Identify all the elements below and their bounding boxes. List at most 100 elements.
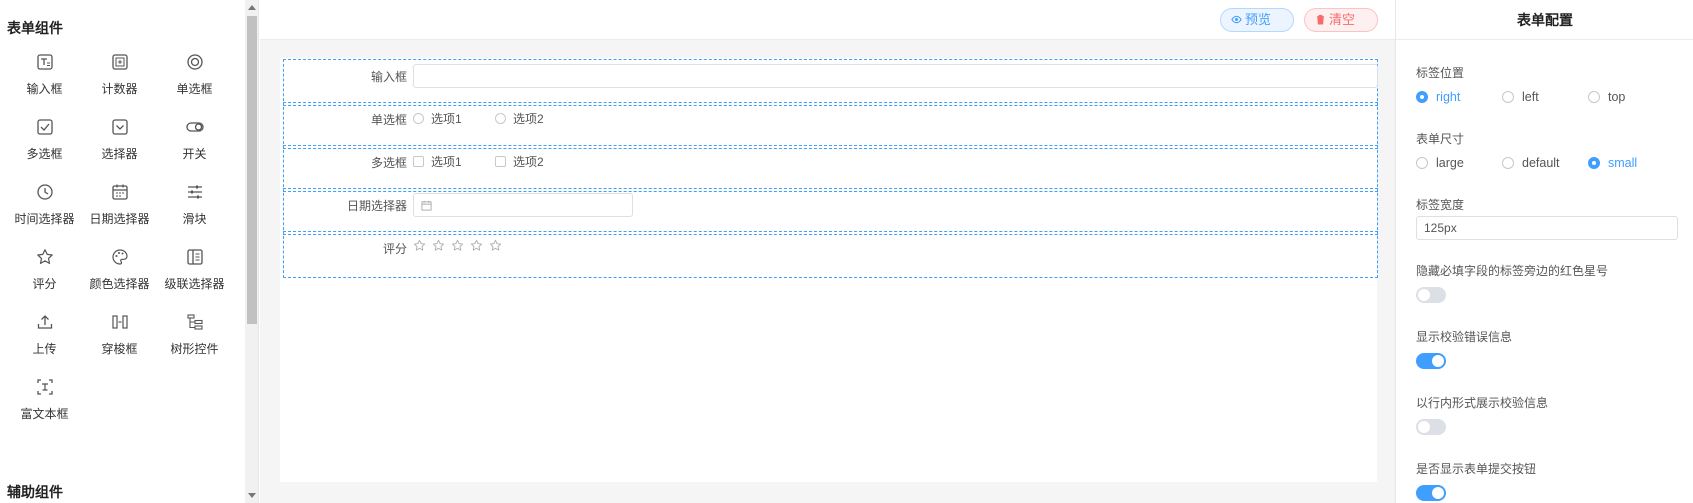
form-item-rate[interactable]: 评分 [283,231,1378,278]
form-item-label: 单选框 [370,113,407,127]
form-designer-app: 表单组件 输入框 计数器 单选框 多选框 选择器 开关 时间选择器 日期选择器 … [0,0,1693,503]
show-submit-label: 是否显示表单提交按钮 [1416,462,1537,476]
form-item-label: 评分 [382,242,407,256]
form-item-control: 选项1 选项2 [413,110,574,127]
component-counter[interactable]: 计数器 [82,46,157,110]
component-cascader[interactable]: 级联选择器 [157,241,232,305]
radio-option[interactable]: 选项2 [495,110,544,127]
radio-option-label: top [1608,90,1626,104]
show-message-switch[interactable] [1416,353,1446,369]
star-icon[interactable] [451,239,464,252]
slider-icon [187,185,202,199]
radio-circle [1588,157,1600,169]
scrollbar-thumb[interactable] [247,16,257,324]
form-size-default[interactable]: default [1502,156,1588,170]
radio-option-label: 选项1 [431,112,462,126]
component-label: 级联选择器 [164,277,225,291]
clear-button[interactable]: 清空 [1304,8,1378,32]
component-label: 上传 [32,342,57,356]
form-item-checkbox[interactable]: 多选框 选项1 选项2 [283,145,1378,192]
config-panel-title: 表单配置 [1396,0,1693,40]
checkbox-option[interactable]: 选项2 [495,153,544,170]
label-position-top[interactable]: top [1588,90,1625,104]
form-item-date[interactable]: 日期选择器 [283,188,1378,235]
trash-icon [1316,14,1325,25]
label-position-right[interactable]: right [1416,90,1502,104]
radio-circle [495,113,507,124]
component-label: 日期选择器 [89,212,150,226]
component-rate[interactable]: 评分 [7,241,82,305]
component-panel-scrollbar[interactable] [245,0,258,503]
component-select[interactable]: 选择器 [82,111,157,175]
component-transfer[interactable]: 穿梭框 [82,306,157,370]
component-input[interactable]: 输入框 [7,46,82,110]
radio-option[interactable]: 选项1 [413,110,462,127]
inline-message-label: 以行内形式展示校验信息 [1416,396,1549,410]
text-input[interactable] [413,64,1378,88]
component-tree[interactable]: 树形控件 [157,306,232,370]
form-components-title: 表单组件 [7,20,63,36]
clock-icon [36,184,53,200]
component-label: 颜色选择器 [89,277,150,291]
component-slider[interactable]: 滑块 [157,176,232,240]
component-label: 计数器 [101,82,138,96]
select-icon [111,119,128,135]
star-icon[interactable] [432,239,445,252]
radio-option-label: 选项2 [513,112,544,126]
component-time-picker[interactable]: 时间选择器 [7,176,82,240]
show-submit-switch[interactable] [1416,485,1446,501]
component-label: 时间选择器 [14,212,75,226]
switch-knob [1432,487,1444,499]
form-canvas[interactable]: 输入框 单选框 选项1 选项2 多选框 选项1 选项2 日期选择器 评分 [280,58,1378,482]
cascader-icon [186,249,203,265]
form-size-large[interactable]: large [1416,156,1502,170]
component-checkbox[interactable]: 多选框 [7,111,82,175]
star-icon[interactable] [413,239,426,252]
scroll-up-arrow[interactable] [248,5,256,10]
radio-option-label: large [1436,156,1464,170]
component-color-picker[interactable]: 颜色选择器 [82,241,157,305]
component-date-picker[interactable]: 日期选择器 [82,176,157,240]
star-icon[interactable] [489,239,502,252]
component-radio[interactable]: 单选框 [157,46,232,110]
checkbox-option[interactable]: 选项1 [413,153,462,170]
label-width-input[interactable]: 125px [1416,216,1678,240]
component-label: 评分 [32,277,57,291]
inline-message-switch[interactable] [1416,419,1446,435]
switch-knob [1418,421,1430,433]
component-rich-text[interactable]: 富文本框 [7,371,82,435]
form-item-label: 多选框 [370,156,407,170]
component-label: 多选框 [26,147,63,161]
hide-asterisk-switch[interactable] [1416,287,1446,303]
component-label: 富文本框 [20,407,69,421]
config-panel: 表单配置 标签位置 right left top 表单尺寸 large defa… [1395,0,1693,503]
switch-knob [1418,289,1430,301]
radio-circle [413,113,424,124]
label-width-label: 标签宽度 [1416,198,1465,212]
preview-button[interactable]: 预览 [1220,8,1294,32]
switch-knob [1432,355,1444,367]
form-size-small[interactable]: small [1588,156,1637,170]
component-label: 穿梭框 [101,342,138,356]
form-item-input[interactable]: 输入框 [283,59,1378,106]
switch-icon [185,122,204,132]
calendar-icon [111,184,128,200]
component-upload[interactable]: 上传 [7,306,82,370]
rate-stars[interactable] [413,239,502,252]
form-item-control [413,239,502,255]
form-item-radio[interactable]: 单选框 选项1 选项2 [283,102,1378,149]
component-switch[interactable]: 开关 [157,111,232,175]
label-position-label: 标签位置 [1416,66,1465,80]
label-position-left[interactable]: left [1502,90,1588,104]
checkbox-square [413,156,424,167]
scroll-down-arrow[interactable] [248,493,256,498]
date-input[interactable] [413,193,633,217]
radio-icon [186,54,203,70]
radio-circle [1416,91,1428,103]
design-toolbar: 预览 清空 [260,0,1395,40]
rich-text-icon [36,379,53,395]
star-icon[interactable] [470,239,483,252]
radio-option-label: right [1436,90,1461,104]
form-item-label: 输入框 [370,70,407,84]
star-icon [36,249,53,264]
